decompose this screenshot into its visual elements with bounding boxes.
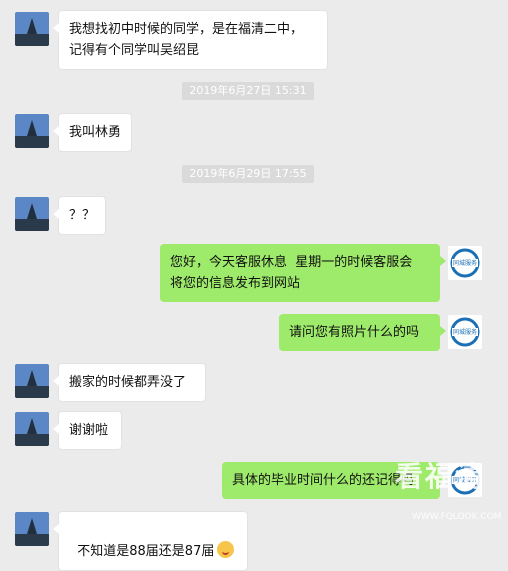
timestamp: 2019年6月29日 17:55 — [182, 165, 314, 183]
message-bubble: 搬家的时候都弄没了 — [53, 363, 206, 402]
avatar[interactable] — [15, 364, 49, 398]
avatar[interactable] — [15, 12, 49, 46]
message-bubble: ？？ — [53, 196, 106, 235]
avatar[interactable] — [15, 197, 49, 231]
message-bubble: 我想找初中时候的同学，是在福清二中， 记得有个同学叫吴绍昆 — [53, 10, 328, 70]
avatar[interactable] — [15, 114, 49, 148]
timestamp: 2019年6月27日 15:31 — [182, 82, 314, 100]
service-avatar[interactable]: 同城服务 — [448, 315, 482, 349]
service-avatar-label: 同城服务 — [452, 329, 477, 336]
message-bubble: 请问您有照片什么的吗 — [279, 314, 446, 351]
message-text: 不知道是88届还是87届 — [77, 544, 215, 559]
watermark-logo: 看福清 — [395, 460, 486, 493]
message-bubble: 谢谢啦 — [53, 411, 122, 450]
message-bubble: 您好，今天客服休息 星期一的时候客服会 将您的信息发布到网站 — [160, 244, 446, 302]
watermark-url: WWW.FQLOOK.COM — [412, 512, 502, 522]
message-bubble: 不知道是88届还是87届 — [53, 511, 248, 571]
service-avatar[interactable]: 同城服务 — [448, 246, 482, 280]
message-bubble: 我叫林勇 — [53, 113, 132, 152]
avatar[interactable] — [15, 512, 49, 546]
avatar[interactable] — [15, 412, 49, 446]
service-avatar-label: 同城服务 — [452, 260, 477, 267]
